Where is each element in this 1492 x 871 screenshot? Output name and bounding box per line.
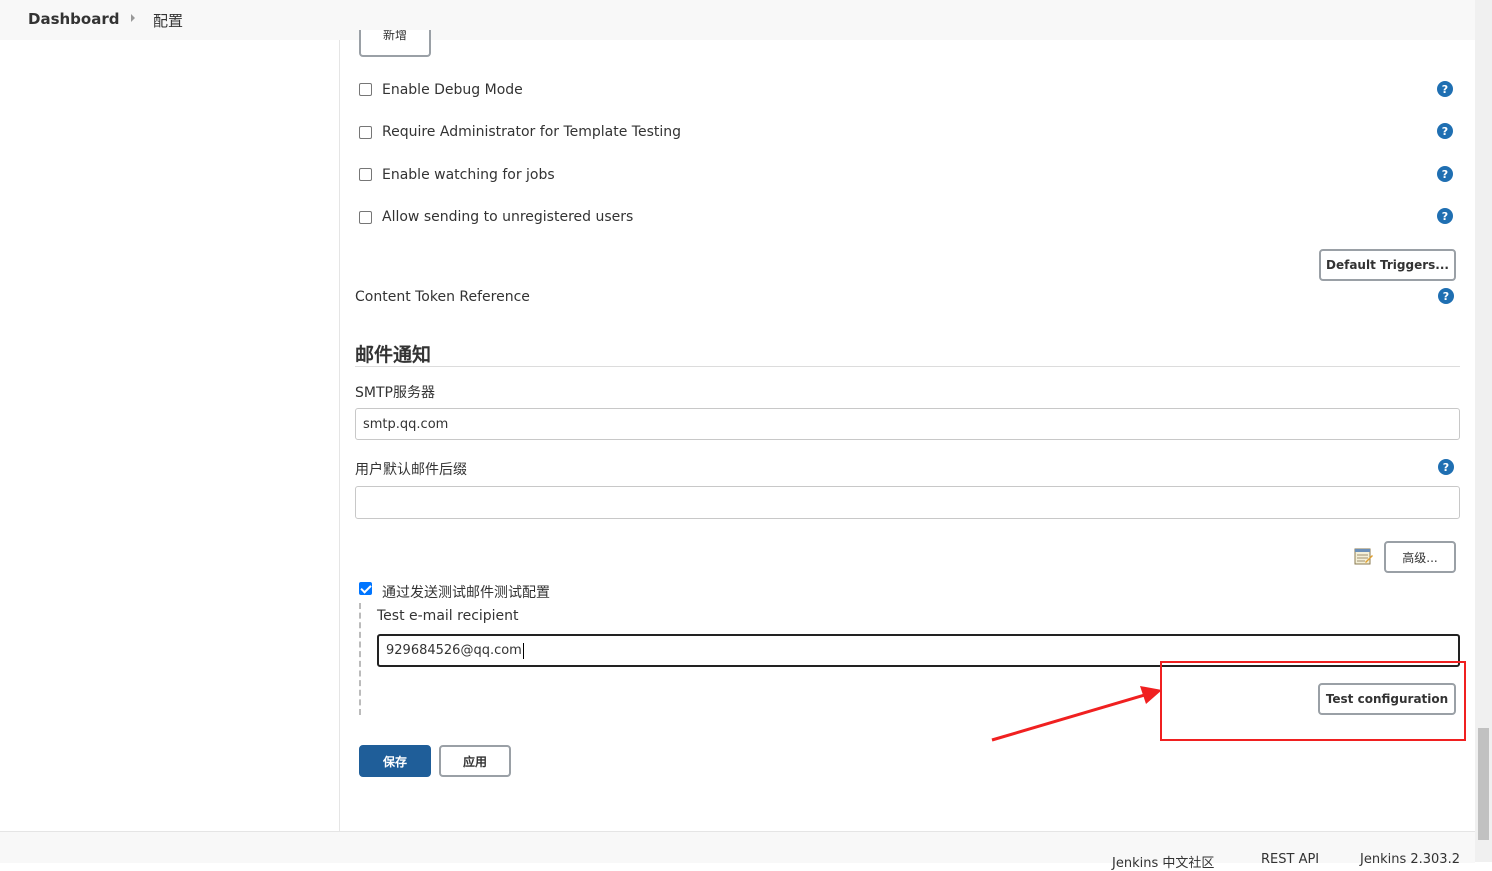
default-suffix-input[interactable]: [355, 486, 1460, 519]
require-admin-label: Require Administrator for Template Testi…: [382, 124, 682, 140]
arrow-annotation: [991, 686, 1162, 742]
allow-unregistered-label: Allow sending to unregistered users: [382, 209, 634, 225]
text-caret: [522, 642, 524, 659]
enable-watching-label: Enable watching for jobs: [382, 167, 555, 183]
advanced-button-label: 高级...: [1402, 550, 1438, 565]
chevron-right-icon: [131, 14, 135, 22]
section-divider: [355, 366, 1460, 367]
require-admin-checkbox[interactable]: [359, 126, 372, 139]
nested-section-border: [359, 603, 361, 715]
breadcrumb-bar: Dashboard 配置: [0, 0, 1475, 40]
advanced-button[interactable]: 高级...: [1384, 541, 1456, 573]
footer-version-link[interactable]: Jenkins 2.303.2: [1360, 852, 1460, 867]
enable-debug-mode-label: Enable Debug Mode: [382, 82, 523, 98]
notepad-icon[interactable]: [1353, 546, 1373, 566]
test-recipient-value: 929684526@qq.com: [386, 643, 522, 658]
section-title: 邮件通知: [355, 344, 432, 366]
default-suffix-label: 用户默认邮件后缀: [355, 462, 467, 478]
page-footer: Jenkins 中文社区 REST API Jenkins 2.303.2: [0, 831, 1475, 871]
help-icon[interactable]: ?: [1437, 208, 1453, 224]
help-icon[interactable]: ?: [1438, 459, 1454, 475]
breadcrumb-current[interactable]: 配置: [153, 10, 183, 31]
vertical-scrollbar[interactable]: [1475, 0, 1492, 862]
breadcrumb-dashboard[interactable]: Dashboard: [28, 10, 119, 28]
test-config-checkbox[interactable]: [359, 582, 372, 595]
allow-unregistered-checkbox[interactable]: [359, 211, 372, 224]
test-config-label: 通过发送测试邮件测试配置: [382, 585, 550, 601]
smtp-server-input[interactable]: smtp.qq.com: [355, 408, 1460, 440]
enable-debug-mode-checkbox[interactable]: [359, 83, 372, 96]
footer-rest-api-link[interactable]: REST API: [1261, 852, 1319, 867]
enable-watching-checkbox[interactable]: [359, 168, 372, 181]
default-triggers-button[interactable]: Default Triggers...: [1319, 249, 1456, 281]
scrollbar-thumb[interactable]: [1478, 728, 1489, 840]
save-button-label: 保存: [382, 754, 407, 769]
help-icon[interactable]: ?: [1437, 81, 1453, 97]
help-icon[interactable]: ?: [1438, 288, 1454, 304]
apply-button[interactable]: 应用: [439, 745, 511, 777]
apply-button-label: 应用: [462, 754, 487, 769]
save-button[interactable]: 保存: [359, 745, 431, 777]
test-recipient-label: Test e-mail recipient: [377, 608, 519, 624]
help-icon[interactable]: ?: [1437, 166, 1453, 182]
add-button-label: 新增: [382, 30, 407, 42]
add-button[interactable]: 新增: [359, 30, 431, 57]
smtp-server-label: SMTP服务器: [355, 385, 435, 401]
content-token-reference-label: Content Token Reference: [355, 289, 530, 305]
smtp-server-value: smtp.qq.com: [363, 416, 449, 432]
annotation-highlight-box: [1160, 661, 1466, 741]
default-triggers-label: Default Triggers...: [1326, 258, 1449, 272]
help-icon[interactable]: ?: [1437, 123, 1453, 139]
side-panel: [0, 40, 340, 831]
